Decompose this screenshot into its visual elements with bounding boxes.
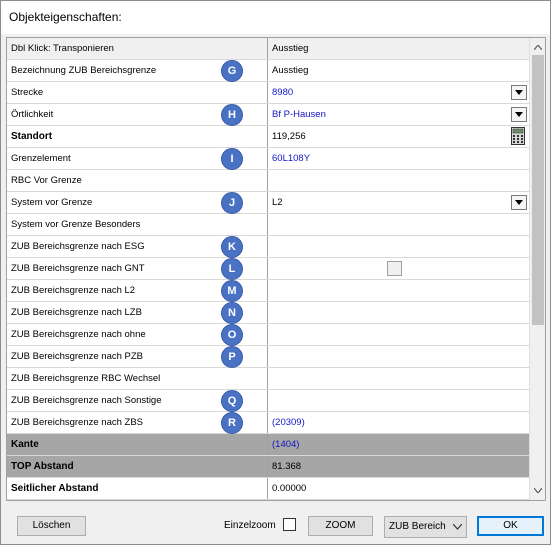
scroll-down-icon[interactable] <box>533 485 543 496</box>
top-abstand-field[interactable]: 81.368 <box>268 456 529 477</box>
annotation-badge: R <box>221 412 243 434</box>
rbc-vor-grenze-field[interactable] <box>268 170 529 191</box>
zub-gnt-checkbox[interactable] <box>387 261 402 276</box>
zoom-button[interactable]: ZOOM <box>308 516 373 536</box>
row-label: ZUB Bereichsgrenze RBC Wechsel <box>7 368 268 389</box>
vertical-scrollbar[interactable] <box>529 38 545 500</box>
grid-header-value: Ausstieg <box>268 38 529 59</box>
row-zub-pzb[interactable]: ZUB Bereichsgrenze nach PZB P <box>7 346 529 368</box>
row-seitlicher-abstand[interactable]: Seitlicher Abstand 0.00000 <box>7 478 529 500</box>
standort-field[interactable]: 119,256 <box>268 126 529 147</box>
annotation-badge: P <box>221 346 243 368</box>
single-zoom-checkbox[interactable] <box>283 518 296 531</box>
strecke-select[interactable]: 8980 <box>268 82 529 103</box>
annotation-badge: H <box>221 104 243 126</box>
zub-lzb-field[interactable] <box>268 302 529 323</box>
row-rbc-vor-grenze[interactable]: RBC Vor Grenze <box>7 170 529 192</box>
row-label: Standort <box>7 126 268 147</box>
row-zub-l2[interactable]: ZUB Bereichsgrenze nach L2 M <box>7 280 529 302</box>
bezeichnung-field[interactable]: Ausstieg <box>268 60 529 81</box>
properties-dialog: Objekteigenschaften: Dbl Klick: Transpon… <box>0 0 551 545</box>
row-label: System vor Grenze Besonders <box>7 214 268 235</box>
system-vor-grenze-select[interactable]: L2 <box>268 192 529 213</box>
delete-button[interactable]: Löschen <box>17 516 86 536</box>
row-oertlichkeit[interactable]: Örtlichkeit H Bf P-Hausen <box>7 104 529 126</box>
system-besonders-field[interactable] <box>268 214 529 235</box>
calculator-icon[interactable] <box>511 127 525 145</box>
annotation-badge: G <box>221 60 243 82</box>
kante-field[interactable]: (1404) <box>268 434 529 455</box>
annotation-badge: K <box>221 236 243 258</box>
row-zub-sonstige[interactable]: ZUB Bereichsgrenze nach Sonstige Q <box>7 390 529 412</box>
annotation-badge: L <box>221 258 243 280</box>
grenzelement-field[interactable]: 60L108Y <box>268 148 529 169</box>
zub-zbs-field[interactable]: (20309) <box>268 412 529 433</box>
oertlichkeit-select[interactable]: Bf P-Hausen <box>268 104 529 125</box>
chevron-down-icon[interactable] <box>511 195 527 210</box>
chevron-down-icon[interactable] <box>511 107 527 122</box>
row-label: Seitlicher Abstand <box>7 478 268 499</box>
zub-gnt-field[interactable] <box>268 258 529 279</box>
grid-header-row[interactable]: Dbl Klick: Transponieren Ausstieg <box>7 38 529 60</box>
window-title: Objekteigenschaften: <box>9 10 122 24</box>
zub-l2-field[interactable] <box>268 280 529 301</box>
chevron-down-icon <box>453 524 462 530</box>
row-bezeichnung[interactable]: Bezeichnung ZUB Bereichsgrenze G Ausstie… <box>7 60 529 82</box>
row-zub-zbs[interactable]: ZUB Bereichsgrenze nach ZBS R (20309) <box>7 412 529 434</box>
scroll-up-icon[interactable] <box>533 42 543 53</box>
annotation-badge: O <box>221 324 243 346</box>
row-standort[interactable]: Standort 119,256 <box>7 126 529 148</box>
row-system-vor-grenze[interactable]: System vor Grenze J L2 <box>7 192 529 214</box>
annotation-badge: Q <box>221 390 243 412</box>
row-kante[interactable]: Kante (1404) <box>7 434 529 456</box>
system-vor-grenze-value: L2 <box>272 197 283 208</box>
row-zub-esg[interactable]: ZUB Bereichsgrenze nach ESG K <box>7 236 529 258</box>
zub-rbc-wechsel-field[interactable] <box>268 368 529 389</box>
single-zoom-label: Einzelzoom <box>224 520 276 531</box>
row-strecke[interactable]: Strecke 8980 <box>7 82 529 104</box>
row-zub-rbc-wechsel[interactable]: ZUB Bereichsgrenze RBC Wechsel <box>7 368 529 390</box>
seitlicher-abstand-field[interactable]: 0.00000 <box>268 478 529 499</box>
zub-sonstige-field[interactable] <box>268 390 529 411</box>
chevron-down-icon[interactable] <box>511 85 527 100</box>
row-label: RBC Vor Grenze <box>7 170 268 191</box>
zub-esg-field[interactable] <box>268 236 529 257</box>
annotation-badge: J <box>221 192 243 214</box>
annotation-badge: N <box>221 302 243 324</box>
standort-value: 119,256 <box>272 131 306 142</box>
row-label: Strecke <box>7 82 268 103</box>
oertlichkeit-value: Bf P-Hausen <box>272 109 326 120</box>
row-label: Kante <box>7 434 268 455</box>
annotation-badge: I <box>221 148 243 170</box>
zub-pzb-field[interactable] <box>268 346 529 367</box>
dialog-footer: Löschen Einzelzoom ZOOM ZUB Bereich OK <box>1 506 550 544</box>
row-zub-ohne[interactable]: ZUB Bereichsgrenze nach ohne O <box>7 324 529 346</box>
ok-button[interactable]: OK <box>477 516 544 536</box>
row-system-vor-grenze-besonders[interactable]: System vor Grenze Besonders <box>7 214 529 236</box>
zub-ohne-field[interactable] <box>268 324 529 345</box>
scrollbar-thumb[interactable] <box>532 55 544 325</box>
title-bar: Objekteigenschaften: <box>1 1 550 34</box>
row-zub-gnt[interactable]: ZUB Bereichsgrenze nach GNT L <box>7 258 529 280</box>
row-top-abstand[interactable]: TOP Abstand 81.368 <box>7 456 529 478</box>
row-zub-lzb[interactable]: ZUB Bereichsgrenze nach LZB N <box>7 302 529 324</box>
property-grid: Dbl Klick: Transponieren Ausstieg Bezeic… <box>6 37 546 501</box>
row-label: TOP Abstand <box>7 456 268 477</box>
annotation-badge: M <box>221 280 243 302</box>
grid-header-label: Dbl Klick: Transponieren <box>7 38 268 59</box>
zoom-target-value: ZUB Bereich <box>389 521 446 532</box>
row-grenzelement[interactable]: Grenzelement I 60L108Y <box>7 148 529 170</box>
strecke-value: 8980 <box>272 87 294 98</box>
zoom-target-select[interactable]: ZUB Bereich <box>384 516 467 538</box>
